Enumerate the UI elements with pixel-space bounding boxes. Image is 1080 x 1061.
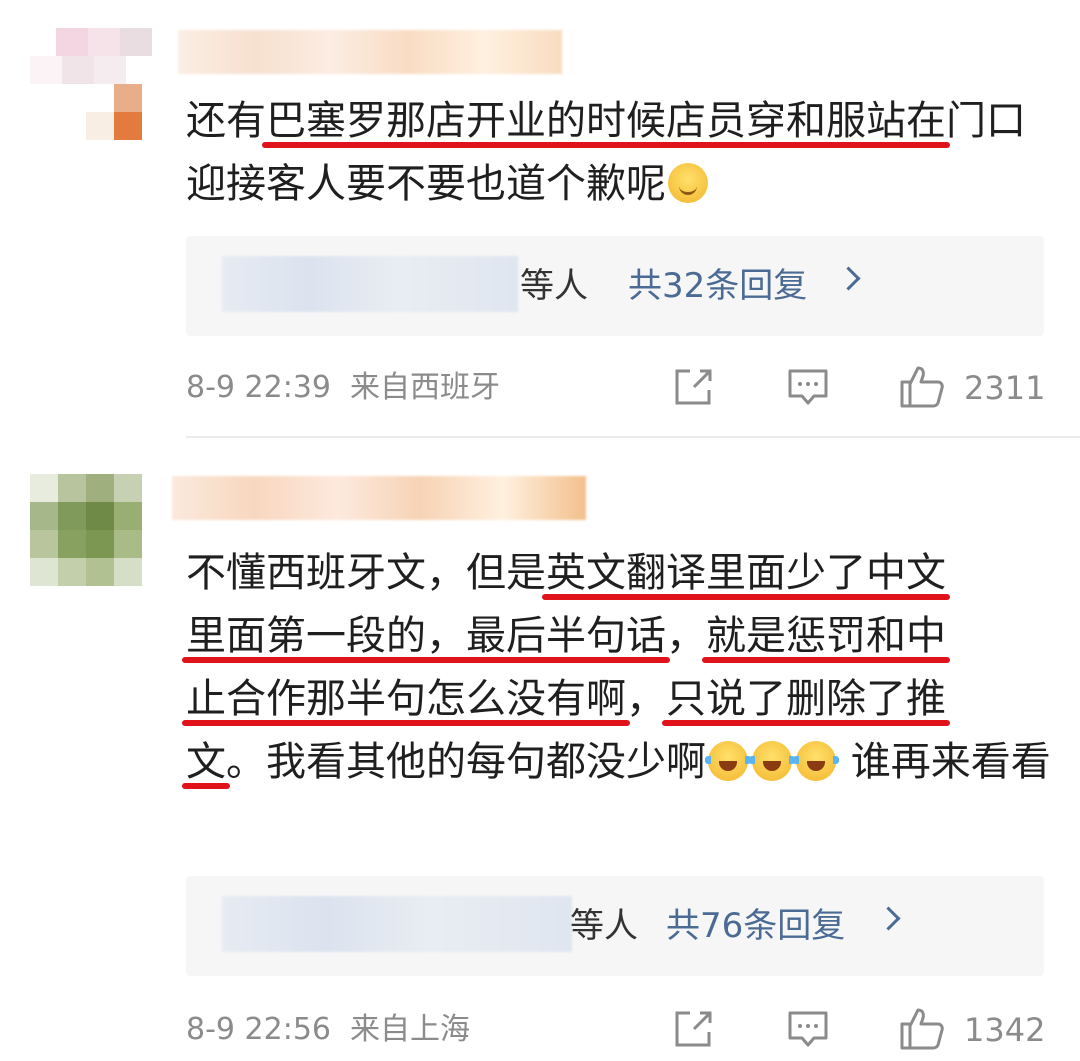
highlighted-text: 巴塞罗那店开业的时候店员穿和服站在 (262, 98, 950, 148)
comment-text: 还有巴塞罗那店开业的时候店员穿和服站在 门口迎接客人要不要也道个歉呢 (186, 90, 1056, 216)
red-underline (262, 142, 950, 148)
chevron-right-icon[interactable] (876, 906, 901, 931)
red-underline (542, 594, 950, 600)
comment-icon[interactable] (786, 366, 830, 408)
text-part: ， (666, 613, 706, 659)
avatar[interactable] (30, 0, 160, 140)
comment-time: 8-9 22:56 (186, 1012, 331, 1047)
text-part: ， (626, 676, 666, 722)
red-underline (182, 783, 230, 789)
laugh-emoji-icon (793, 741, 839, 781)
red-underline (182, 657, 670, 663)
text-part: 不懂西班牙文，但是 (186, 550, 546, 596)
username-blurred[interactable] (178, 30, 562, 74)
highlighted-text: 只说了删除了推 (662, 676, 950, 726)
comment-time: 8-9 22:39 (186, 370, 331, 405)
divider (186, 436, 1080, 438)
text-part: 。我看其他的每句都没少啊 (226, 739, 706, 785)
red-underline (662, 720, 950, 726)
avatar[interactable] (30, 474, 160, 589)
red-underline (182, 720, 630, 726)
share-icon[interactable] (672, 1008, 716, 1050)
reply-preview-box[interactable]: 等人 共76条回复 (186, 876, 1044, 976)
reply-by-label: 等人 (520, 266, 588, 306)
highlighted-text: 止合作那半句怎么没有啊 (182, 676, 630, 726)
like-count: 2311 (964, 369, 1046, 407)
comment-item: 不懂西班牙文，但是英文翻译里面少了中文 里面第一段的，最后半句话 ，就是惩罚和中 止合… (0, 440, 1080, 1061)
comment-location: 来自上海 (350, 1012, 470, 1047)
reply-usernames-blurred (222, 256, 518, 312)
smile-emoji-icon (668, 163, 708, 203)
comment-item: 还有巴塞罗那店开业的时候店员穿和服站在 门口迎接客人要不要也道个歉呢 等人 共32… (0, 0, 1080, 440)
share-icon[interactable] (672, 366, 716, 408)
text-part: 谁再来看看 (838, 739, 1051, 785)
reply-by-label: 等人 (570, 906, 638, 946)
reply-preview-box[interactable]: 等人 共32条回复 (186, 236, 1044, 336)
username-blurred[interactable] (172, 476, 586, 520)
like-count: 1342 (964, 1011, 1046, 1049)
chevron-right-icon[interactable] (836, 266, 861, 291)
thumbs-up-icon[interactable] (898, 1004, 946, 1052)
highlighted-text: 就是惩罚和中 (702, 613, 950, 663)
highlighted-text: 英文翻译里面少了中文 (542, 550, 950, 600)
reply-count-link[interactable]: 共76条回复 (666, 902, 845, 950)
comment-text: 不懂西班牙文，但是英文翻译里面少了中文 里面第一段的，最后半句话 ，就是惩罚和中 止合… (182, 542, 1056, 794)
text-part: 还有 (186, 98, 266, 144)
highlighted-text: 文 (182, 739, 230, 789)
highlighted-text: 里面第一段的，最后半句话 (182, 613, 670, 663)
red-underline (702, 657, 950, 663)
reply-usernames-blurred (222, 896, 572, 952)
comment-icon[interactable] (786, 1008, 830, 1050)
laugh-emoji-icon (705, 741, 751, 781)
comment-location: 来自西班牙 (350, 370, 500, 405)
reply-count-link[interactable]: 共32条回复 (628, 262, 807, 310)
laugh-emoji-icon (749, 741, 795, 781)
thumbs-up-icon[interactable] (898, 362, 946, 410)
